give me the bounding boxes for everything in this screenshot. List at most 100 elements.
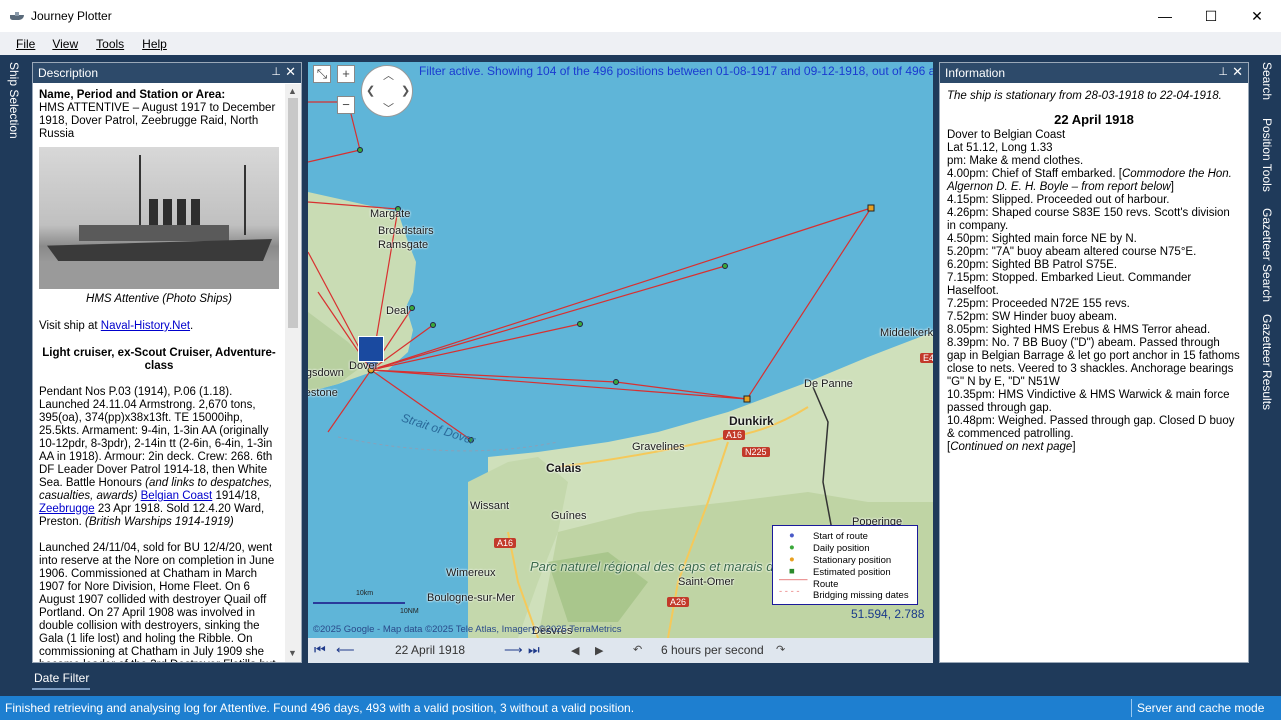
belgian-coast-link[interactable]: Belgian Coast [141, 490, 213, 502]
log-line: Dover to Belgian Coast [947, 129, 1066, 141]
class-title: Light cruiser, ex-Scout Cruiser, Adventu… [42, 347, 276, 372]
legend-route: Route [813, 579, 839, 590]
place-dunkirk: Dunkirk [729, 414, 774, 428]
description-scrollbar[interactable]: ▲ ▼ [285, 84, 301, 662]
description-header: Description ⊥ ✕ [33, 63, 301, 83]
continued-italic: Continued on next page [950, 441, 1073, 453]
route-line-icon: ——— [779, 574, 808, 585]
close-window-button[interactable]: ✕ [1234, 0, 1280, 32]
log-line: 7.52pm: SW Hinder buoy abeam. [947, 311, 1118, 323]
stationary-note: The ship is stationary from 28-03-1918 t… [947, 90, 1222, 102]
menu-view[interactable]: View [52, 37, 78, 51]
place-margate: Margate [370, 208, 411, 220]
playback-bar: ⏮ ⟵ 22 April 1918 ⟶ ⏭ ◀ ▶ ↶ 6 hours per … [308, 638, 933, 663]
current-date: 22 April 1918 [395, 643, 466, 657]
legend-daily: Daily position [813, 543, 870, 554]
chief-b: ] [1170, 181, 1174, 193]
first-position-icon[interactable]: ⏮ [314, 642, 326, 658]
place-gravelines: Gravelines [632, 441, 685, 453]
place-wissant: Wissant [470, 500, 510, 512]
road-a26: A26 [667, 597, 690, 607]
tab-search[interactable]: Search [1260, 62, 1274, 100]
slower-icon[interactable]: ↶ [633, 643, 642, 656]
log-line: 4.26pm: Shaped course S83E 150 revs. Sco… [947, 207, 1230, 232]
map-view[interactable]: Filter active. Showing 104 of the 496 po… [308, 62, 933, 638]
log-line: 8.05pm: Sighted HMS Erebus & HMS Terror … [947, 324, 1211, 336]
menu-file[interactable]: File [16, 37, 35, 51]
road-a16-north: A16 [723, 430, 746, 440]
map-legend: ● Start of route ● Daily position ● Stat… [772, 525, 918, 605]
place-middelkerke: Middelkerke [880, 327, 933, 339]
road-n225: N225 [742, 447, 770, 457]
place-dover: Dover [349, 360, 379, 372]
pin-icon[interactable]: ⊥ [1218, 65, 1228, 78]
pan-left-icon[interactable]: ❮ [366, 84, 375, 97]
log-line: 10.35pm: HMS Vindictive & HMS Warwick & … [947, 389, 1230, 414]
ship-position-marker[interactable] [358, 336, 384, 370]
server-mode[interactable]: Server and cache mode [1137, 701, 1264, 715]
description-para1: Pendant Nos P.03 (1914), P.06 (1.18). La… [39, 386, 279, 529]
close-icon[interactable]: ✕ [1232, 64, 1243, 80]
pan-compass-control[interactable]: ︿ ﹀ ❮ ❯ [361, 65, 413, 117]
place-deal: Deal [386, 305, 409, 317]
pan-right-icon[interactable]: ❯ [401, 84, 410, 97]
maximize-button[interactable]: ☐ [1188, 0, 1234, 32]
log-line: pm: Make & mend clothes. [947, 155, 1084, 167]
zoom-out-button[interactable]: − [337, 96, 355, 114]
status-separator [1131, 699, 1132, 717]
log-line: 8.39pm: No. 7 BB Buoy ("D") abeam. Passe… [947, 337, 1240, 388]
legend-estimated: Estimated position [813, 567, 891, 578]
ship-photo [39, 147, 279, 289]
visit-suffix: . [190, 320, 194, 332]
fullscreen-button[interactable]: ⤡ [313, 65, 331, 83]
map-copyright: ©2025 Google - Map data ©2025 Tele Atlas… [313, 624, 622, 635]
scroll-up-icon[interactable]: ▲ [288, 86, 297, 96]
pan-up-icon[interactable]: ︿ [383, 67, 394, 83]
ship-selection-tab[interactable]: Ship Selection [0, 56, 28, 146]
tab-position-tools[interactable]: Position Tools [1260, 118, 1274, 192]
playback-speed: 6 hours per second [661, 643, 764, 657]
road-a16-south: A16 [494, 538, 517, 548]
log-line: 6.20pm: Sighted BB Patrol S75E. [947, 259, 1118, 271]
tab-gazetteer-results[interactable]: Gazetteer Results [1260, 314, 1274, 410]
legend-start: Start of route [813, 531, 868, 542]
menu-tools[interactable]: Tools [96, 37, 124, 51]
menu-help[interactable]: Help [142, 37, 167, 51]
filter-status-text: Filter active. Showing 104 of the 496 po… [419, 64, 933, 78]
close-icon[interactable]: ✕ [285, 64, 296, 80]
play-forward-icon[interactable]: ▶ [595, 644, 603, 657]
log-line: Lat 51.12, Long 1.33 [947, 142, 1053, 154]
date-filter-tab[interactable]: Date Filter [28, 668, 98, 690]
minimize-button[interactable]: — [1142, 0, 1188, 32]
place-de-panne: De Panne [804, 378, 853, 390]
tab-gazetteer-search[interactable]: Gazetteer Search [1260, 208, 1274, 302]
road-e40: E40 [920, 353, 933, 363]
pan-down-icon[interactable]: ﹀ [383, 100, 394, 116]
log-line: 10.48pm: Weighed. Passed through gap. Cl… [947, 415, 1235, 440]
place-calais: Calais [546, 461, 582, 475]
legend-stationary: Stationary position [813, 555, 892, 566]
place-boulogne: Boulogne-sur-Mer [427, 592, 516, 604]
naval-history-link[interactable]: Naval-History.Net [101, 320, 190, 332]
scroll-thumb[interactable] [288, 98, 298, 328]
zeebrugge-link[interactable]: Zeebrugge [39, 503, 95, 515]
place-kingsdown: Kingsdown [308, 367, 344, 379]
scale-nm: 10NM [400, 608, 419, 615]
pin-icon[interactable]: ⊥ [271, 65, 281, 78]
daily-dot-icon: ● [789, 542, 795, 553]
last-position-icon[interactable]: ⏭ [528, 642, 540, 658]
log-line: 5.20pm: "7A" buoy abeam altered course N… [947, 246, 1197, 258]
step-forward-icon[interactable]: ⟶ [504, 642, 523, 658]
description-title: Description [38, 66, 99, 80]
window-title: Journey Plotter [31, 9, 112, 23]
step-back-icon[interactable]: ⟵ [336, 642, 355, 658]
play-back-icon[interactable]: ◀ [571, 644, 579, 657]
information-panel: Information ⊥ ✕ The ship is stationary f… [939, 62, 1249, 663]
zoom-in-button[interactable]: + [337, 65, 355, 83]
faster-icon[interactable]: ↷ [776, 643, 785, 656]
para1-a: Pendant Nos P.03 (1914), P.06 (1.18). La… [39, 386, 273, 489]
chief-a: 4.00pm: Chief of Staff embarked. [ [947, 168, 1122, 180]
para1-b: 1914/18, [212, 490, 261, 502]
place-broadstairs: Broadstairs [378, 225, 434, 237]
scroll-down-icon[interactable]: ▼ [288, 648, 297, 658]
